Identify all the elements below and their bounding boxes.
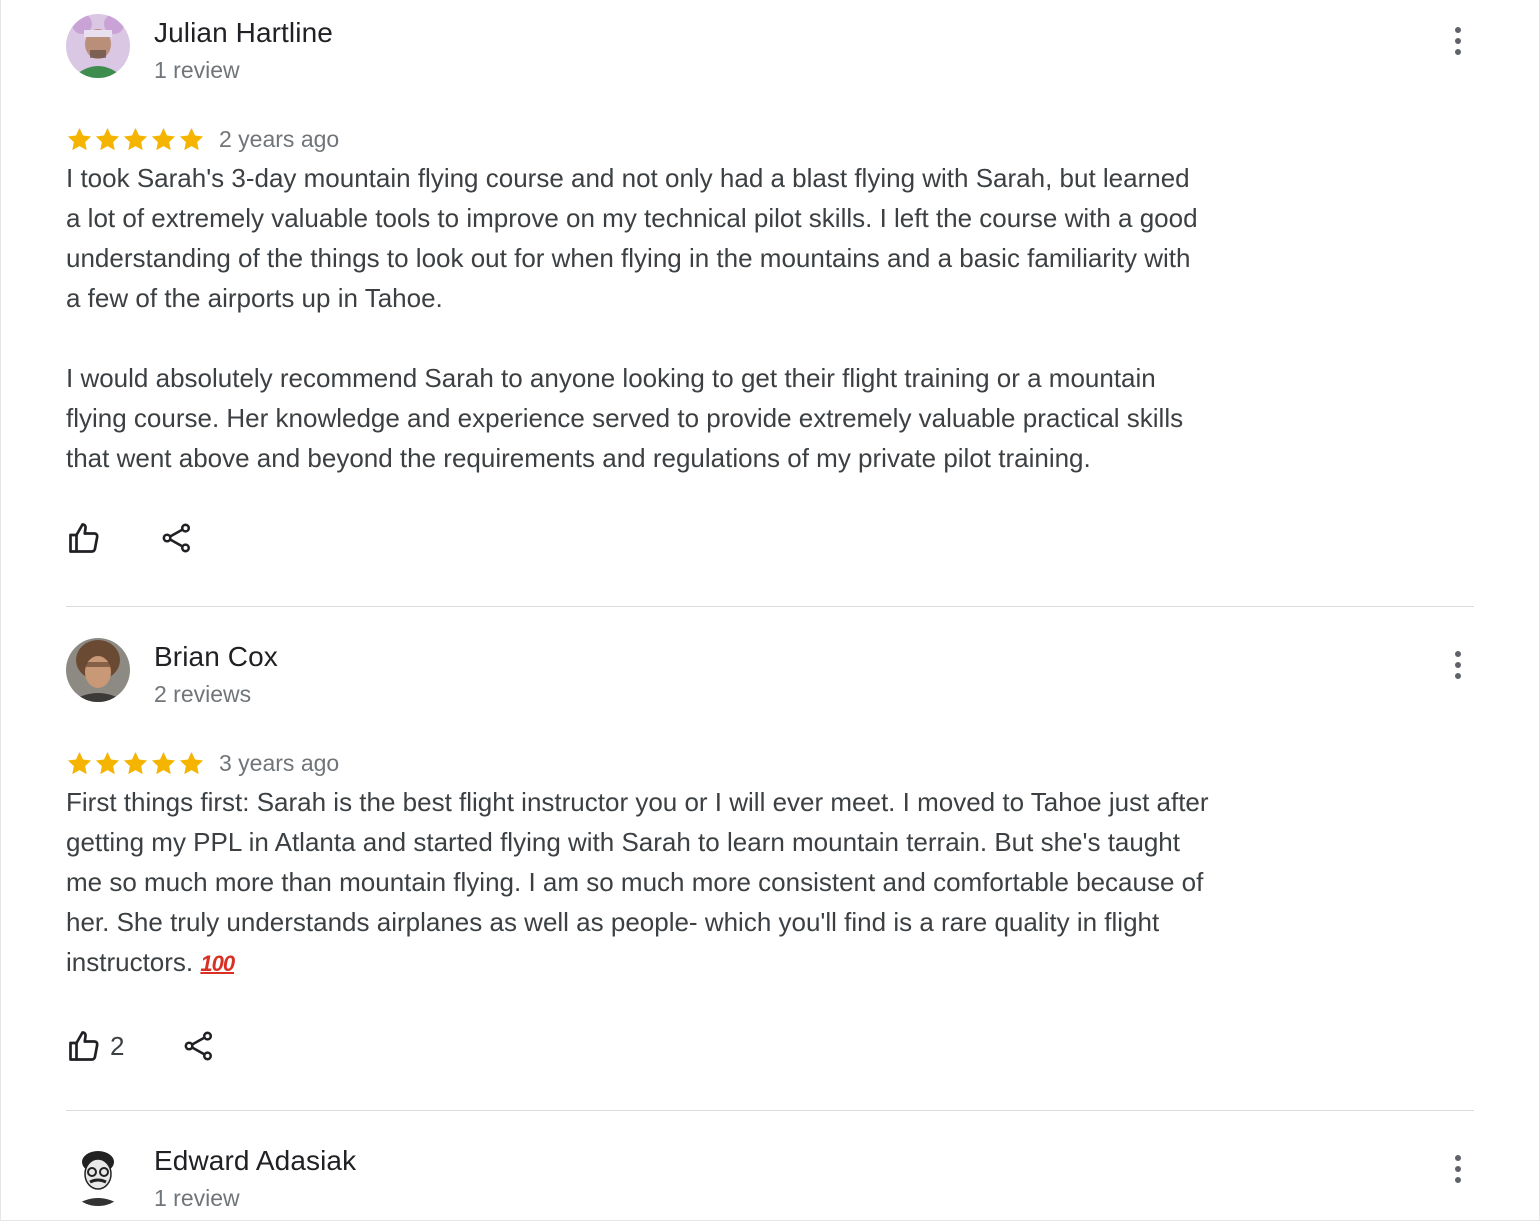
hundred-points-emoji: 100 [200, 951, 235, 976]
avatar[interactable] [66, 638, 130, 702]
star-icon [95, 127, 120, 150]
more-options-button[interactable] [1441, 645, 1475, 685]
review-list: Julian Hartline 1 review 2 years ago I t… [0, 0, 1540, 1221]
review-actions [66, 518, 194, 558]
star-icon [67, 127, 92, 150]
reviewer-review-count: 2 reviews [154, 681, 252, 707]
review-actions: 2 [66, 1026, 216, 1066]
divider [66, 1110, 1474, 1111]
more-vert-icon [1455, 49, 1461, 55]
star-icon [123, 751, 148, 774]
star-icon [179, 751, 204, 774]
review-text-content: First things first: Sarah is the best fl… [66, 787, 1209, 977]
more-options-button[interactable] [1441, 21, 1475, 61]
like-button[interactable]: 2 [66, 1028, 124, 1064]
avatar[interactable] [66, 14, 130, 78]
star-icon [179, 127, 204, 150]
star-icon [95, 751, 120, 774]
reviewer-name[interactable]: Julian Hartline [154, 17, 333, 49]
more-vert-icon [1455, 38, 1461, 44]
review-text: I took Sarah's 3-day mountain flying cou… [66, 163, 1198, 473]
share-icon [162, 523, 191, 553]
rating-row: 3 years ago [66, 746, 339, 780]
review-date: 3 years ago [219, 749, 340, 776]
more-vert-icon [1455, 662, 1461, 668]
thumb-up-icon [69, 523, 99, 553]
review-text: First things first: Sarah is the best fl… [66, 782, 1326, 984]
share-button[interactable] [182, 1029, 216, 1063]
like-button[interactable] [66, 520, 102, 556]
more-vert-icon [1455, 673, 1461, 679]
star-rating [66, 750, 205, 777]
more-options-button[interactable] [1441, 1149, 1475, 1189]
star-icon [123, 127, 148, 150]
share-icon [185, 1031, 213, 1061]
more-vert-icon [1455, 27, 1461, 33]
reviewer-name[interactable]: Edward Adasiak [154, 1145, 356, 1177]
share-button[interactable] [160, 521, 194, 555]
avatar[interactable] [66, 1142, 130, 1206]
star-icon [151, 751, 176, 774]
review-date: 2 years ago [219, 125, 340, 152]
more-vert-icon [1455, 651, 1461, 657]
more-vert-icon [1455, 1155, 1461, 1161]
more-vert-icon [1455, 1166, 1461, 1172]
star-rating [66, 126, 205, 153]
reviewer-name[interactable]: Brian Cox [154, 641, 278, 673]
star-icon [67, 751, 92, 774]
rating-row: 2 years ago [66, 122, 339, 156]
thumb-up-icon [69, 1031, 99, 1061]
like-count: 2 [110, 1030, 125, 1061]
reviewer-review-count: 1 review [154, 1185, 240, 1211]
star-icon [151, 127, 176, 150]
reviewer-review-count: 1 review [154, 57, 240, 83]
more-vert-icon [1455, 1177, 1461, 1183]
divider [66, 606, 1474, 607]
